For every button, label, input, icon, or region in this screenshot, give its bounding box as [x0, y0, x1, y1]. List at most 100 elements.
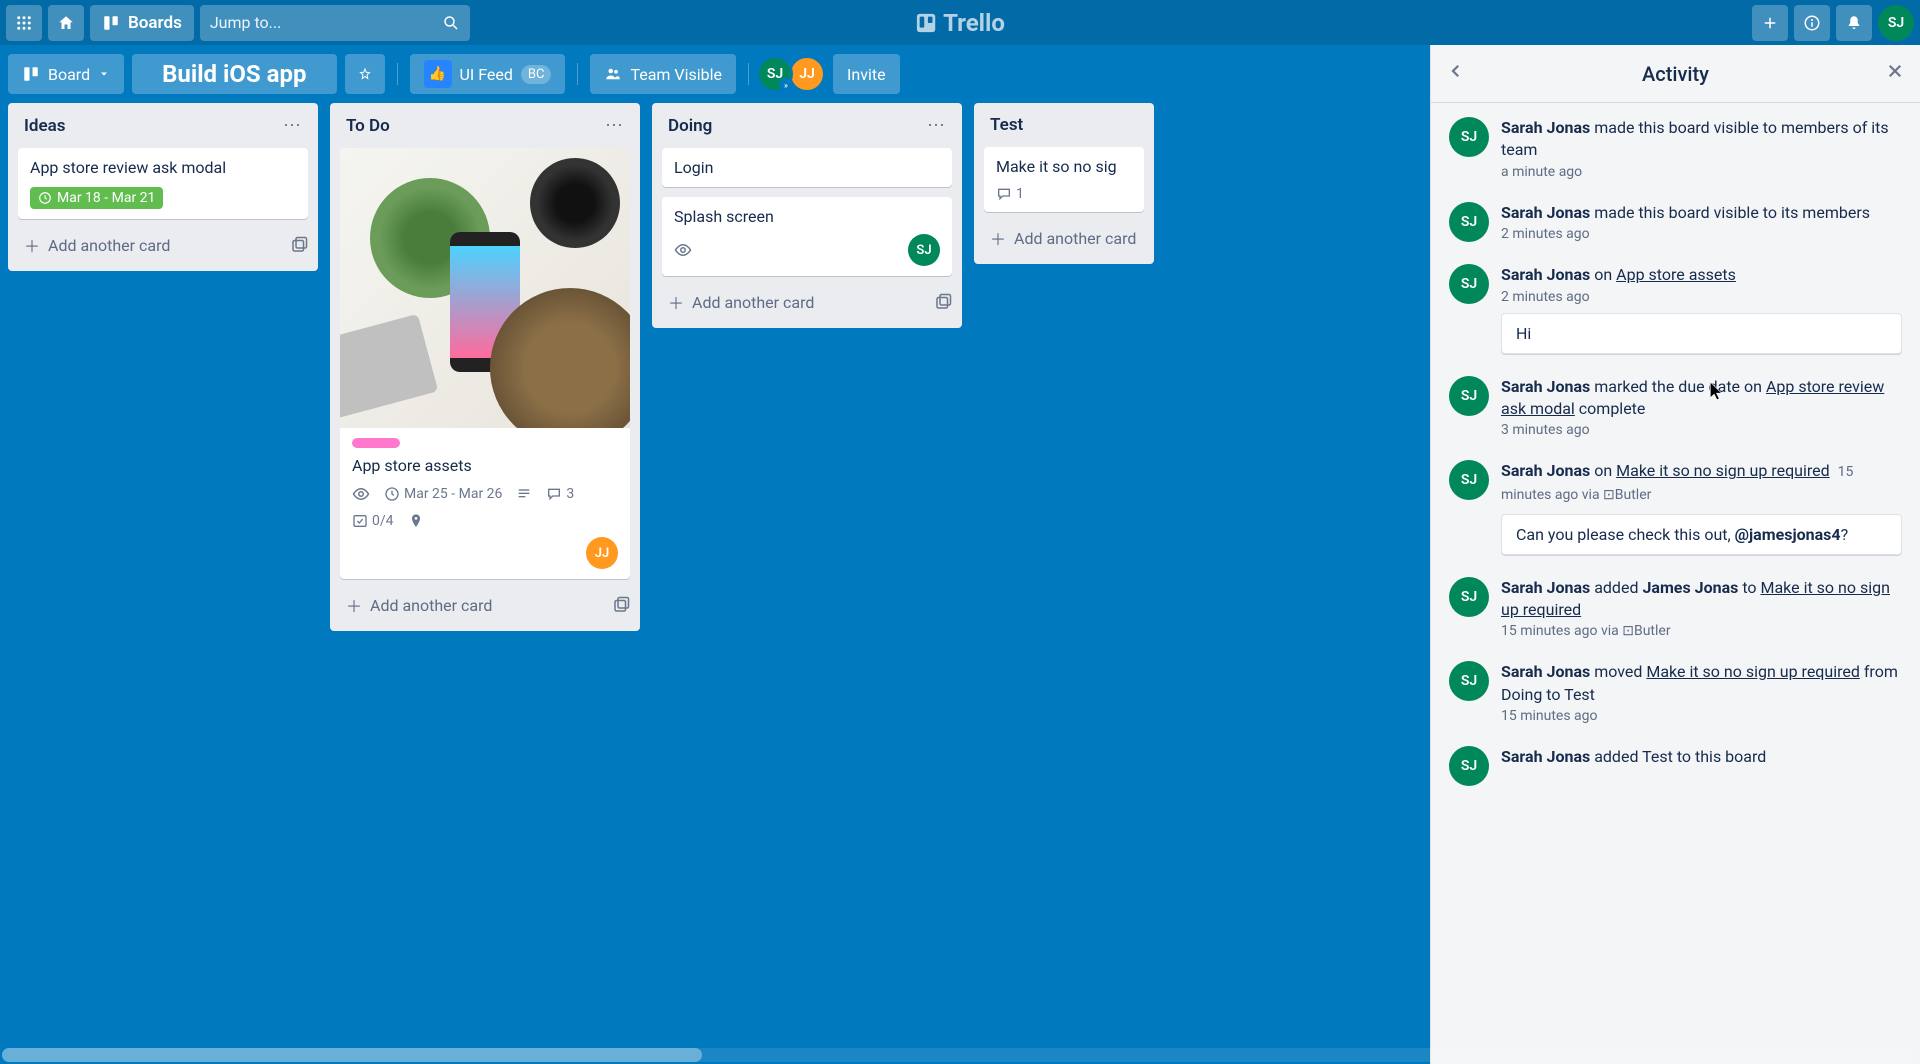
activity-link[interactable]: App store assets [1616, 265, 1736, 284]
member-avatar[interactable]: JJ [586, 537, 618, 569]
list-header: Test [984, 113, 1144, 137]
card-splash-screen[interactable]: Splash screen SJ [662, 197, 952, 276]
activity-comment[interactable]: Can you please check this out, @jamesjon… [1501, 514, 1902, 555]
eye-icon [352, 485, 370, 503]
powerup-badge: BC [521, 65, 552, 84]
boards-button[interactable]: Boards [90, 5, 194, 41]
card-title: Login [674, 158, 940, 177]
horizontal-scrollbar[interactable] [2, 1048, 1918, 1062]
activity-text: Sarah Jonas marked the due date on App s… [1501, 376, 1902, 421]
description-icon [516, 486, 532, 502]
activity-link[interactable]: Make it so no sign up required [1646, 662, 1860, 681]
user-avatar[interactable]: SJ [1878, 5, 1914, 41]
board-icon [22, 65, 40, 83]
card-make-it-so[interactable]: Make it so no sig 1 [984, 147, 1144, 212]
visibility-button[interactable]: Team Visible [590, 54, 736, 94]
board-view-switcher[interactable]: Board [8, 54, 124, 94]
star-icon [359, 65, 371, 83]
info-icon [1803, 14, 1821, 32]
card-title: Make it so no sig [996, 157, 1132, 176]
activity-avatar[interactable]: SJ [1449, 746, 1489, 786]
activity-avatar[interactable]: SJ [1449, 117, 1489, 157]
activity-comment[interactable]: Hi [1501, 313, 1902, 354]
comment-icon [546, 486, 562, 502]
trello-logo[interactable]: Trello [915, 9, 1005, 37]
chevron-left-icon [1447, 62, 1465, 80]
list-menu-button[interactable]: ⋯ [927, 115, 946, 136]
separator [577, 63, 578, 85]
scrollbar-thumb[interactable] [2, 1048, 702, 1062]
activity-link[interactable]: Make it so no sign up required [1616, 461, 1830, 480]
list-title[interactable]: Test [990, 115, 1023, 135]
notifications-button[interactable] [1836, 5, 1872, 41]
back-button[interactable] [1447, 61, 1465, 86]
activity-item: SJSarah Jonas made this board visible to… [1449, 202, 1902, 242]
activity-timestamp: 3 minutes ago [1501, 422, 1902, 438]
template-icon[interactable] [612, 596, 630, 614]
list-title[interactable]: Doing [668, 116, 712, 136]
activity-text: Sarah Jonas on App store assets [1501, 264, 1902, 286]
list-menu-button[interactable]: ⋯ [283, 115, 302, 136]
create-button[interactable] [1752, 5, 1788, 41]
list-title[interactable]: To Do [346, 116, 390, 136]
activity-avatar[interactable]: SJ [1449, 264, 1489, 304]
clock-icon [384, 486, 400, 502]
comments-badge: 3 [546, 486, 574, 502]
activity-timestamp: 2 minutes ago [1501, 226, 1902, 242]
board-name[interactable]: Build iOS app [132, 54, 336, 94]
powerup-button[interactable]: UI Feed BC [410, 54, 566, 94]
list-title[interactable]: Ideas [24, 116, 65, 136]
activity-avatar[interactable]: SJ [1449, 661, 1489, 701]
activity-timestamp: 15 minutes ago via ⊡Butler [1501, 623, 1902, 639]
activity-timestamp: 15 minutes ago [1501, 708, 1902, 724]
activity-avatar[interactable]: SJ [1449, 376, 1489, 416]
label-pink[interactable] [352, 438, 400, 448]
info-button[interactable] [1794, 5, 1830, 41]
apps-icon [15, 14, 33, 32]
add-card-button[interactable]: ＋Add another card [340, 589, 498, 621]
member-avatar-sj[interactable]: SJ» [757, 56, 793, 92]
add-card-button[interactable]: ＋Add another card [662, 286, 820, 318]
add-card-button[interactable]: ＋Add another card [984, 222, 1142, 254]
card-app-store-review[interactable]: App store review ask modal Mar 18 - Mar … [18, 148, 308, 219]
admin-badge-icon: » [779, 78, 793, 92]
activity-item: SJSarah Jonas on App store assets2 minut… [1449, 264, 1902, 353]
list-header: To Do ⋯ [340, 113, 630, 138]
card-login[interactable]: Login [662, 148, 952, 187]
activity-feed[interactable]: SJSarah Jonas made this board visible to… [1431, 103, 1920, 1064]
card-app-store-assets[interactable]: App store assets Mar 25 - Mar 26 3 0/4 J… [340, 148, 630, 579]
template-icon[interactable] [934, 293, 952, 311]
apps-menu-button[interactable] [6, 5, 42, 41]
activity-item: SJ Sarah Jonas marked the due date on App… [1449, 376, 1902, 439]
close-button[interactable] [1886, 61, 1904, 86]
activity-avatar[interactable]: SJ [1449, 202, 1489, 242]
card-title: App store assets [352, 456, 618, 475]
board-view-label: Board [48, 65, 90, 84]
clock-icon [38, 191, 52, 205]
separator [748, 63, 749, 85]
home-button[interactable] [48, 5, 84, 41]
powerup-icon [424, 60, 452, 88]
card-cover-image [340, 148, 630, 428]
list-menu-button[interactable]: ⋯ [605, 115, 624, 136]
search-icon [442, 14, 460, 32]
search-box[interactable] [200, 5, 470, 41]
watching-badge [352, 485, 370, 503]
list-footer: ＋Add another card [18, 229, 308, 261]
list-ideas: Ideas ⋯ App store review ask modal Mar 1… [8, 103, 318, 271]
activity-avatar[interactable]: SJ [1449, 577, 1489, 617]
activity-avatar[interactable]: SJ [1449, 460, 1489, 500]
member-avatar[interactable]: SJ [908, 234, 940, 266]
location-icon [408, 513, 424, 529]
template-icon[interactable] [290, 236, 308, 254]
due-badge: Mar 18 - Mar 21 [30, 187, 163, 209]
search-input[interactable] [210, 13, 442, 32]
comments-badge: 1 [996, 186, 1024, 202]
add-card-button[interactable]: ＋Add another card [18, 229, 176, 261]
star-button[interactable] [345, 54, 385, 94]
invite-button[interactable]: Invite [833, 54, 900, 94]
comment-icon [996, 186, 1012, 202]
header-right: SJ [1752, 5, 1914, 41]
member-avatar-jj[interactable]: JJ [789, 56, 825, 92]
trello-logo-icon [915, 12, 937, 34]
